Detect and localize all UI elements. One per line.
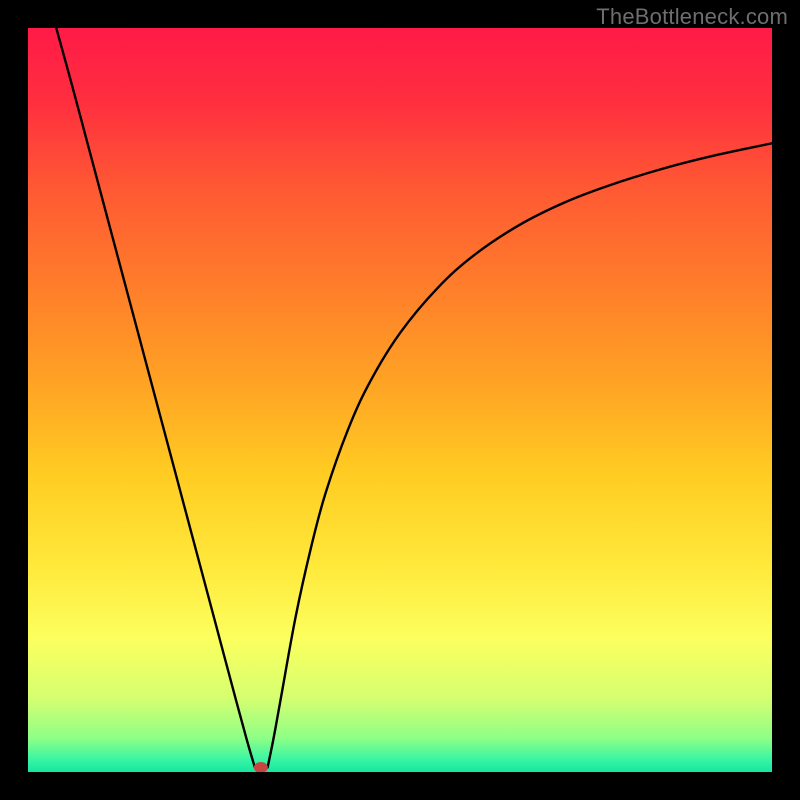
watermark-text: TheBottleneck.com <box>596 4 788 30</box>
plot-area <box>28 28 772 772</box>
chart-svg <box>28 28 772 772</box>
chart-frame: TheBottleneck.com <box>0 0 800 800</box>
gradient-background <box>28 28 772 772</box>
